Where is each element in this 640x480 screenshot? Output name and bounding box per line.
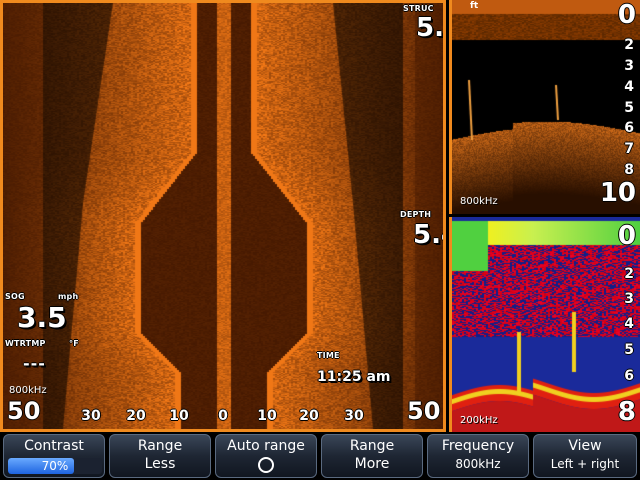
range-left: 50 xyxy=(7,397,41,425)
struc-value: 5.7 xyxy=(416,13,444,43)
downscan-depth-bottom: 10 xyxy=(599,178,636,208)
downscan-depth-tick: 3 xyxy=(624,58,634,74)
struc-label: STRUC xyxy=(403,4,434,13)
auto-range-button[interactable]: Auto range xyxy=(215,434,317,478)
view-sub: Left + right xyxy=(550,457,620,471)
contrast-slider[interactable]: 70% xyxy=(8,458,102,474)
range-more-label: Range xyxy=(349,438,395,454)
scale-tick: 10 xyxy=(169,408,189,424)
downscan-unit: ft xyxy=(470,1,479,11)
depth-label: DEPTH xyxy=(400,210,432,219)
frequency-sub: 800kHz xyxy=(455,457,501,471)
downscan-depth-tick: 6 xyxy=(624,120,634,136)
downscan-depth-top: 0 xyxy=(617,0,636,30)
scale-tick: 20 xyxy=(126,408,146,424)
wtrtmp-label: WTRTMP xyxy=(5,339,46,348)
sog-label: SOG xyxy=(5,292,25,301)
sog-value: 3.5 xyxy=(17,301,67,334)
contrast-label: Contrast xyxy=(24,438,84,454)
sonar-depth-tick: 3 xyxy=(624,291,634,307)
sidescan-image xyxy=(3,3,443,429)
contrast-button[interactable]: Contrast 70% xyxy=(3,434,105,478)
sonar-frequency: 200kHz xyxy=(460,415,498,426)
frequency-label: Frequency xyxy=(441,438,515,454)
view-button[interactable]: View Left + right xyxy=(533,434,637,478)
sidescan-view[interactable]: STRUC 5.7 DEPTH 5.4 SOG mph 3.5 WTRTMP °… xyxy=(0,0,446,432)
sonar-view[interactable]: ft 0 2 3 4 5 6 200kHz 8 xyxy=(449,217,640,432)
soft-key-bar: Contrast 70% Range Less Auto range Range… xyxy=(0,432,640,480)
sidescan-frequency: 800kHz xyxy=(9,385,47,396)
sonar-depth-tick: 4 xyxy=(624,316,634,332)
scale-tick: 10 xyxy=(257,408,277,424)
downscan-view[interactable]: ft 0 2 3 4 5 6 7 8 800kHz 10 xyxy=(449,0,640,214)
sonar-unit: ft xyxy=(470,217,478,219)
scale-tick: 30 xyxy=(344,408,364,424)
range-more-sub: More xyxy=(354,456,390,472)
range-more-button[interactable]: Range More xyxy=(321,434,423,478)
auto-range-label: Auto range xyxy=(227,438,305,454)
sonar-image xyxy=(452,217,640,432)
downscan-depth-tick: 8 xyxy=(624,162,634,178)
view-label: View xyxy=(568,438,602,454)
scale-tick: 20 xyxy=(299,408,319,424)
downscan-depth-tick: 4 xyxy=(624,79,634,95)
range-less-sub: Less xyxy=(144,456,176,472)
depth-value: 5.4 xyxy=(413,220,443,250)
sog-unit: mph xyxy=(58,292,79,301)
downscan-depth-tick: 7 xyxy=(624,141,634,157)
sonar-depth-tick: 2 xyxy=(624,266,634,282)
contrast-value: 70% xyxy=(41,459,69,473)
wtrtmp-value: --- xyxy=(23,354,46,373)
range-less-label: Range xyxy=(137,438,183,454)
range-right: 50 xyxy=(407,397,441,425)
range-less-button[interactable]: Range Less xyxy=(109,434,211,478)
sonar-depth-top: 0 xyxy=(617,221,636,251)
sonar-depth-tick: 6 xyxy=(624,368,634,384)
wtrtmp-unit: °F xyxy=(69,339,79,348)
sonar-depth-tick: 5 xyxy=(624,342,634,358)
downscan-frequency: 800kHz xyxy=(460,196,498,207)
time-value: 11:25 am xyxy=(317,369,391,385)
auto-range-radio-icon[interactable] xyxy=(258,457,274,473)
time-label: TIME xyxy=(317,351,340,360)
scale-tick: 30 xyxy=(81,408,101,424)
frequency-button[interactable]: Frequency 800kHz xyxy=(427,434,529,478)
downscan-depth-tick: 5 xyxy=(624,100,634,116)
downscan-depth-tick: 2 xyxy=(624,37,634,53)
scale-tick: 0 xyxy=(218,408,228,424)
sonar-depth-bottom: 8 xyxy=(617,397,636,427)
